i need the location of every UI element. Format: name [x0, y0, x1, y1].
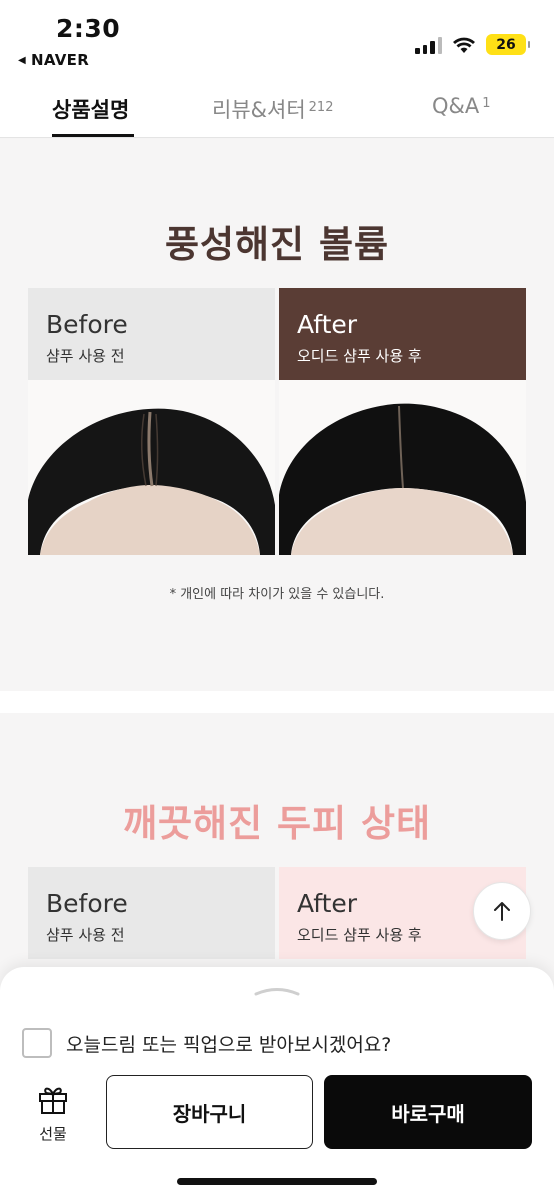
battery-level: 26 [496, 36, 516, 53]
back-arrow-icon: ◀ [18, 54, 26, 66]
tab-qna[interactable]: Q&A 1 [432, 94, 491, 118]
sheet-handle-icon[interactable] [252, 985, 302, 997]
arrow-up-icon [494, 902, 510, 921]
tab-label: 리뷰&셔터 [212, 98, 306, 122]
status-bar: 2:30 ◀ NAVER 26 [0, 0, 554, 76]
back-app-label: NAVER [31, 51, 90, 69]
after-en: After [297, 310, 358, 339]
disclaimer-note: * 개인에 따라 차이가 있을 수 있습니다. [169, 587, 385, 602]
delivery-option-label: 오늘드림 또는 픽업으로 받아보시겠어요? [66, 1033, 392, 1056]
after-ko: 오디드 샴푸 사용 후 [297, 347, 422, 365]
section-divider [0, 691, 554, 713]
delivery-option-checkbox[interactable] [22, 1028, 52, 1058]
status-icons: 26 [415, 34, 530, 55]
active-tab-indicator [52, 134, 134, 137]
before-panel: Before 샴푸 사용 전 [28, 867, 275, 959]
scalp-title: 깨끗해진 두피 상태 [122, 802, 432, 845]
product-tabs: 상품설명 리뷰&셔터 212 Q&A 1 [0, 76, 554, 138]
before-ko: 샴푸 사용 전 [46, 347, 125, 365]
home-indicator [177, 1178, 377, 1185]
volume-title: 풍성해진 볼륨 [164, 223, 390, 266]
before-label: Before 샴푸 사용 전 [28, 867, 275, 959]
tab-count: 1 [482, 96, 491, 111]
tab-product-description[interactable]: 상품설명 [52, 94, 129, 124]
after-hair-photo [279, 380, 526, 555]
battery-icon: 26 [486, 34, 530, 55]
before-label: Before 샴푸 사용 전 [28, 288, 275, 380]
before-en: Before [46, 310, 128, 339]
status-time: 2:30 [56, 14, 121, 43]
before-ko: 샴푸 사용 전 [46, 926, 125, 944]
wifi-icon [453, 37, 475, 53]
tab-label: Q&A [432, 94, 480, 118]
back-to-app[interactable]: ◀ NAVER [18, 51, 89, 69]
buy-now-button[interactable]: 바로구매 [324, 1075, 532, 1149]
add-to-cart-button[interactable]: 장바구니 [106, 1075, 313, 1149]
gift-label: 선물 [39, 1125, 67, 1143]
before-en: Before [46, 889, 128, 918]
signal-icon [415, 36, 442, 54]
before-hair-photo [28, 380, 275, 555]
after-panel: After 오디드 샴푸 사용 후 [279, 288, 526, 555]
tab-count: 212 [308, 100, 334, 115]
scroll-to-top-button[interactable] [473, 882, 531, 940]
tab-label: 상품설명 [52, 98, 130, 122]
purchase-sheet: 오늘드림 또는 픽업으로 받아보시겠어요? 선물 장바구니 바로구매 [0, 967, 554, 1200]
gift-icon [39, 1087, 67, 1114]
delivery-option-row[interactable]: 오늘드림 또는 픽업으로 받아보시겠어요? [22, 1028, 391, 1058]
before-panel: Before 샴푸 사용 전 [28, 288, 275, 555]
tab-reviews[interactable]: 리뷰&셔터 212 [212, 94, 333, 124]
volume-section: 풍성해진 볼륨 Before 샴푸 사용 전 After 오디드 샴푸 사용 후 [0, 139, 554, 691]
gift-button[interactable]: 선물 [30, 1083, 76, 1144]
after-label: After 오디드 샴푸 사용 후 [279, 288, 526, 380]
